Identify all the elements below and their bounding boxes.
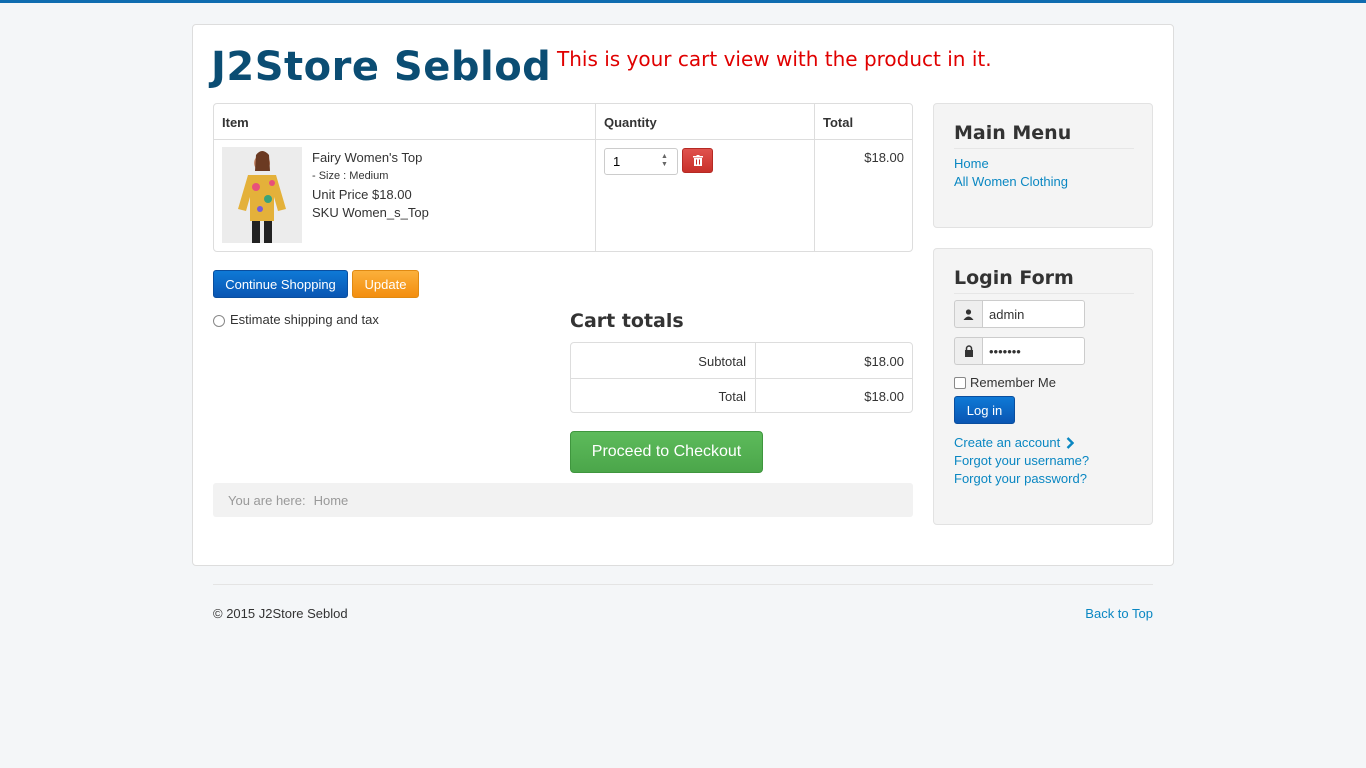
- header-quantity: Quantity: [604, 115, 657, 130]
- breadcrumb-prefix: You are here:: [228, 492, 306, 508]
- login-form-module: Login Form Remember Me Log in Create an …: [933, 248, 1153, 525]
- lock-icon: [954, 337, 982, 365]
- continue-shopping-button[interactable]: Continue Shopping: [213, 270, 348, 298]
- proceed-to-checkout-button[interactable]: Proceed to Checkout: [570, 431, 763, 473]
- menu-item-home[interactable]: Home: [954, 156, 989, 171]
- password-field[interactable]: [982, 337, 1085, 365]
- total-label: Total: [718, 389, 746, 404]
- chevron-right-icon: [1066, 436, 1075, 449]
- product-sku: SKU Women_s_Top: [312, 205, 429, 220]
- create-account-label: Create an account: [954, 435, 1061, 450]
- product-unit-price: Unit Price $18.00: [312, 187, 412, 202]
- row-total: $18.00: [864, 150, 904, 165]
- footer-divider: [213, 584, 1153, 585]
- main-menu-title: Main Menu: [954, 122, 1072, 144]
- username-group: [954, 300, 1085, 328]
- product-name[interactable]: Fairy Women's Top: [312, 150, 422, 165]
- product-thumbnail[interactable]: [222, 147, 302, 243]
- username-field[interactable]: [982, 300, 1085, 328]
- back-to-top-link[interactable]: Back to Top: [1085, 606, 1153, 621]
- estimate-label: Estimate shipping and tax: [230, 311, 379, 327]
- module-divider: [954, 293, 1134, 294]
- header-item: Item: [222, 115, 249, 130]
- remember-me-checkbox[interactable]: [954, 376, 966, 389]
- main-menu-module: Main Menu Home All Women Clothing: [933, 103, 1153, 228]
- estimate-shipping-option[interactable]: Estimate shipping and tax: [213, 311, 379, 327]
- annotation-text: This is your cart view with the product …: [557, 47, 992, 71]
- top-accent-bar: [0, 0, 1366, 3]
- column-divider: [595, 104, 596, 251]
- copyright-text: © 2015 J2Store Seblod: [213, 606, 348, 621]
- estimate-radio[interactable]: [213, 315, 225, 327]
- subtotal-value: $18.00: [864, 354, 904, 369]
- subtotal-label: Subtotal: [698, 354, 746, 369]
- remember-me-label: Remember Me: [970, 375, 1056, 390]
- user-icon: [954, 300, 982, 328]
- module-divider: [954, 148, 1134, 149]
- header-divider: [214, 139, 912, 140]
- update-button[interactable]: Update: [352, 270, 419, 298]
- forgot-password-link[interactable]: Forgot your password?: [954, 471, 1087, 486]
- cart-totals-title: Cart totals: [570, 310, 684, 332]
- login-form-title: Login Form: [954, 267, 1074, 289]
- create-account-link[interactable]: Create an account: [954, 435, 1075, 450]
- breadcrumb-home: Home: [313, 492, 349, 508]
- breadcrumb: You are here: Home: [213, 483, 913, 517]
- login-button[interactable]: Log in: [954, 396, 1015, 424]
- trash-icon: [692, 155, 703, 166]
- product-size: - Size : Medium: [312, 170, 389, 182]
- total-value: $18.00: [864, 389, 904, 404]
- remove-item-button[interactable]: [682, 148, 713, 173]
- menu-item-all-women-clothing[interactable]: All Women Clothing: [954, 174, 1068, 189]
- totals-table: Subtotal $18.00 Total $18.00: [570, 342, 913, 413]
- quantity-spinner[interactable]: ▲ ▼: [661, 153, 671, 169]
- site-title[interactable]: J2Store Seblod: [211, 44, 551, 90]
- totals-divider: [571, 378, 912, 379]
- header-total: Total: [823, 115, 854, 130]
- remember-me-option[interactable]: Remember Me: [954, 375, 1056, 390]
- cart-table: Item Quantity Total Fairy Women's Top - …: [213, 103, 913, 252]
- password-group: [954, 337, 1085, 365]
- column-divider: [814, 104, 815, 251]
- forgot-username-link[interactable]: Forgot your username?: [954, 453, 1089, 468]
